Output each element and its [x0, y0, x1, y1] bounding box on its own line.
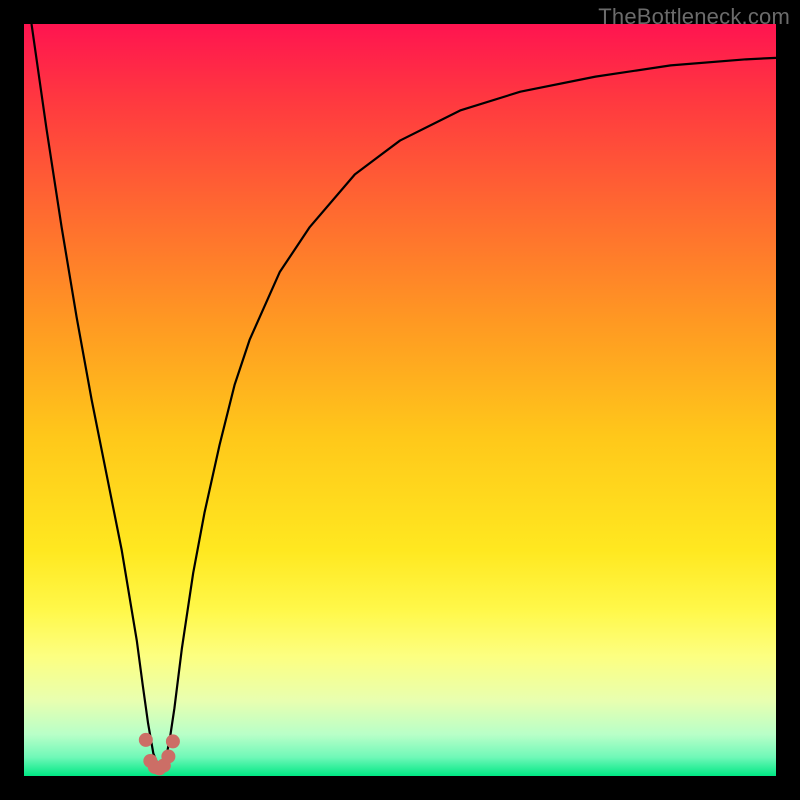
marker-point — [161, 749, 175, 763]
chart-frame: TheBottleneck.com — [0, 0, 800, 800]
bottleneck-chart — [24, 24, 776, 776]
marker-point — [139, 733, 153, 747]
marker-point — [166, 734, 180, 748]
gradient-background — [24, 24, 776, 776]
